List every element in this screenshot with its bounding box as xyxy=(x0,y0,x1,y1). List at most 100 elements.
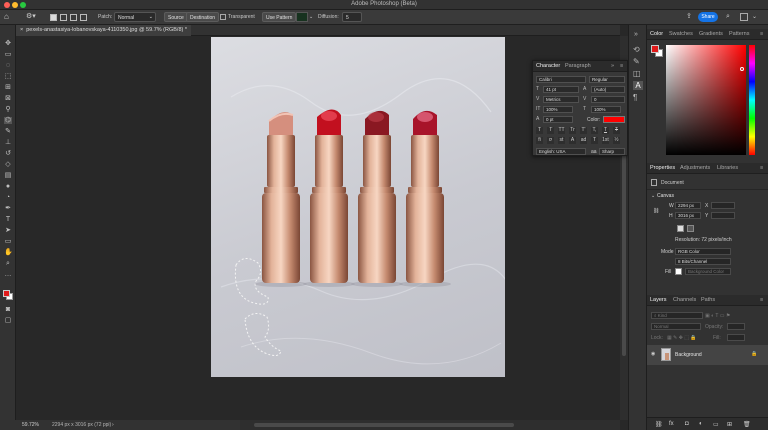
add-selection-icon[interactable] xyxy=(60,14,67,21)
vertical-scale-field[interactable]: 100% xyxy=(543,106,573,113)
eyedropper-tool-icon[interactable]: ⚲ xyxy=(4,106,12,113)
tool-presets-icon[interactable]: ✎ xyxy=(633,57,640,66)
horizontal-scroll-thumb[interactable] xyxy=(254,423,514,427)
tab-character[interactable]: Character xyxy=(536,63,560,69)
zoom-tool-icon[interactable]: ⌕ xyxy=(4,260,12,267)
tab-properties[interactable]: Properties xyxy=(650,165,675,171)
properties-icon[interactable]: ◫ xyxy=(633,69,641,78)
hue-slider[interactable] xyxy=(749,45,755,155)
chevron-down-icon[interactable]: ⌄ xyxy=(752,13,757,20)
screen-mode-icon[interactable]: ▢ xyxy=(4,317,12,324)
document-tab[interactable]: × pexels-anastasiya-lobanovskaya-4110350.… xyxy=(16,25,192,36)
source-button[interactable]: Source xyxy=(164,12,188,22)
tracking-field[interactable]: 0 xyxy=(591,96,625,103)
crop-tool-icon[interactable]: ⊞ xyxy=(4,84,12,91)
share-button[interactable]: Share xyxy=(698,12,718,22)
close-icon[interactable]: × xyxy=(20,27,23,33)
rectangle-tool-icon[interactable]: ▭ xyxy=(4,238,12,245)
tab-gradients[interactable]: Gradients xyxy=(699,31,723,37)
path-selection-tool-icon[interactable]: ➤ xyxy=(4,227,12,234)
destination-button[interactable]: Destination xyxy=(186,12,220,22)
antialias-select[interactable]: Sharp xyxy=(599,148,625,155)
panel-menu-icon[interactable]: ≡ xyxy=(760,165,763,171)
tab-libraries[interactable]: Libraries xyxy=(717,165,738,171)
discretionary-ligatures-button[interactable]: st xyxy=(558,137,565,144)
fill-color-swatch[interactable] xyxy=(675,268,682,275)
portrait-orientation-button[interactable] xyxy=(677,225,684,232)
add-mask-icon[interactable]: ◘ xyxy=(685,421,689,427)
chevron-down-icon[interactable]: ⌄ xyxy=(309,14,313,20)
font-style-select[interactable]: Regular xyxy=(589,76,625,83)
transparent-checkbox[interactable] xyxy=(220,14,226,20)
gradient-tool-icon[interactable]: ▤ xyxy=(4,172,12,179)
kerning-field[interactable]: Metrics xyxy=(543,96,579,103)
lock-icons[interactable]: ▦ ✎ ✥ ⬚ 🔒 xyxy=(667,335,697,341)
tab-paragraph[interactable]: Paragraph xyxy=(565,63,591,69)
tab-swatches[interactable]: Swatches xyxy=(669,31,693,37)
pen-tool-icon[interactable]: ✒ xyxy=(4,205,12,212)
chevron-right-icon[interactable]: › xyxy=(112,422,114,428)
tab-color[interactable]: Color xyxy=(650,31,663,37)
bit-depth-select[interactable]: 8 Bits/Channel xyxy=(675,258,731,265)
stylistic-alternates-button[interactable]: ad xyxy=(580,137,587,144)
height-field[interactable]: 3016 px xyxy=(675,212,701,219)
fill-select[interactable]: Background Color xyxy=(685,268,731,275)
leading-field[interactable]: (Auto) xyxy=(591,86,625,93)
all-caps-button[interactable]: TT xyxy=(558,127,565,134)
lasso-tool-icon[interactable]: ◌ xyxy=(4,62,12,69)
clone-stamp-tool-icon[interactable]: ⊥ xyxy=(4,139,12,146)
adjustment-layer-icon[interactable]: ◐ xyxy=(699,421,703,427)
tab-paths[interactable]: Paths xyxy=(701,297,715,303)
hand-tool-icon[interactable]: ✋ xyxy=(4,249,13,256)
document-canvas[interactable] xyxy=(211,37,505,377)
font-size-field[interactable]: 41 pt xyxy=(543,86,579,93)
use-pattern-button[interactable]: Use Pattern xyxy=(262,12,297,22)
layer-filter-icons[interactable]: ▣ ◐ T ▭ ⚑ xyxy=(705,313,765,319)
type-tool-icon[interactable]: T xyxy=(4,216,12,223)
lock-icon[interactable]: 🔒 xyxy=(751,351,757,357)
trash-icon[interactable]: 🗑 xyxy=(743,421,751,428)
quick-mask-icon[interactable]: ◙ xyxy=(4,306,12,313)
small-caps-button[interactable]: Tr xyxy=(569,127,576,134)
width-field[interactable]: 2294 px xyxy=(675,202,701,209)
search-icon[interactable]: ⌕ xyxy=(726,13,730,21)
history-icon[interactable]: ⟲ xyxy=(633,45,640,54)
tab-adjustments[interactable]: Adjustments xyxy=(680,165,710,171)
text-color-swatch[interactable] xyxy=(603,116,625,123)
tab-layers[interactable]: Layers xyxy=(650,297,667,303)
eye-icon[interactable]: ◉ xyxy=(651,351,655,357)
superscript-button[interactable]: T' xyxy=(580,127,587,134)
fx-icon[interactable]: fx xyxy=(669,421,674,427)
language-select[interactable]: English: USA xyxy=(536,148,586,155)
collapse-icon[interactable]: » xyxy=(611,63,614,69)
strikethrough-button[interactable]: T xyxy=(613,127,620,134)
zoom-level[interactable]: 59.72% xyxy=(22,422,39,428)
dodge-tool-icon[interactable]: ◔ xyxy=(4,194,12,201)
baseline-shift-field[interactable]: 0 pt xyxy=(543,116,573,123)
chevron-down-icon[interactable]: ⌄ xyxy=(651,193,655,199)
old-style-button[interactable]: ơ xyxy=(547,137,554,144)
move-tool-icon[interactable]: ✥ xyxy=(4,40,12,47)
foreground-color-swatch[interactable] xyxy=(651,45,659,53)
ordinals-button[interactable]: 1st xyxy=(602,137,609,144)
faux-bold-button[interactable]: T xyxy=(536,127,543,134)
character-panel-icon[interactable]: A xyxy=(633,81,643,90)
faux-italic-button[interactable]: T xyxy=(547,127,554,134)
home-icon[interactable]: ⌂ xyxy=(4,13,12,21)
color-picker-handle[interactable] xyxy=(740,67,744,71)
swash-button[interactable]: A xyxy=(569,137,576,144)
opacity-field[interactable] xyxy=(727,323,745,330)
titling-alternates-button[interactable]: T xyxy=(591,137,598,144)
fill-opacity-field[interactable] xyxy=(727,334,745,341)
font-family-select[interactable]: Calibri xyxy=(536,76,586,83)
x-field[interactable] xyxy=(711,202,735,209)
y-field[interactable] xyxy=(711,212,735,219)
brush-tool-icon[interactable]: ✎ xyxy=(4,128,12,135)
cloud-upload-icon[interactable]: ⇪ xyxy=(686,13,694,21)
tab-channels[interactable]: Channels xyxy=(673,297,696,303)
horizontal-scale-field[interactable]: 100% xyxy=(591,106,621,113)
new-layer-icon[interactable]: ⊞ xyxy=(727,421,732,428)
blend-mode-select[interactable]: Normal xyxy=(651,323,701,330)
layer-name[interactable]: Background xyxy=(675,352,702,358)
diffusion-select[interactable]: 5 xyxy=(342,12,362,22)
